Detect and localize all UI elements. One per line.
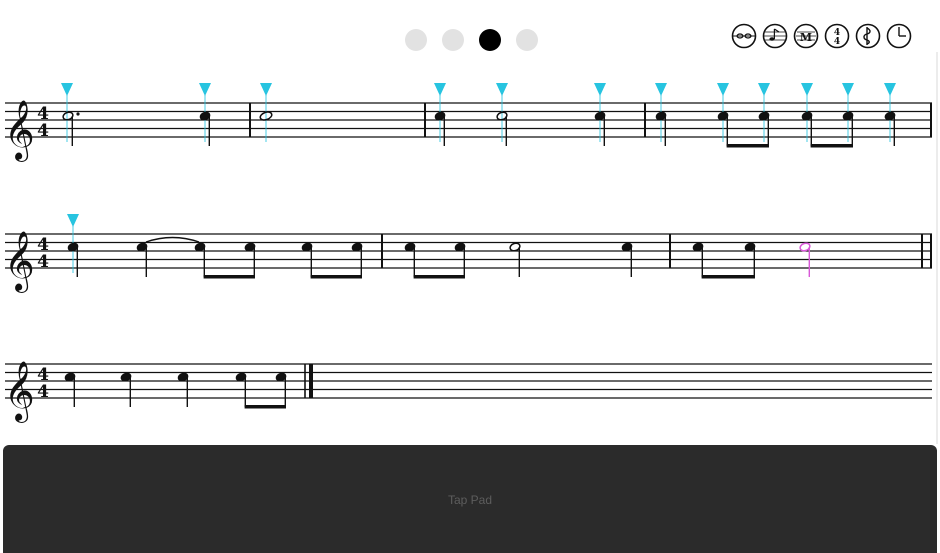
beat-marker-icon xyxy=(67,214,79,227)
beat-marker-icon xyxy=(842,83,854,96)
augmentation-dot xyxy=(76,112,80,116)
staff-1: 𝄞 44 xyxy=(4,83,932,162)
treble-clef-icon: 𝄞 xyxy=(4,100,35,162)
note-beam xyxy=(244,405,286,409)
beat-marker-icon xyxy=(61,83,73,96)
time-signature-bottom: 4 xyxy=(37,382,49,402)
note-beam xyxy=(810,144,853,148)
rhythm-practice-screen: M44 𝄞 4 4 𝄞 4 4 𝄞 4 4 Tap Pad xyxy=(0,0,940,553)
beat-marker-icon xyxy=(801,83,813,96)
treble-clef-icon: 𝄞 xyxy=(4,361,35,423)
beat-marker-icon xyxy=(199,83,211,96)
time-signature-bottom: 4 xyxy=(37,121,49,141)
beat-marker-icon xyxy=(434,83,446,96)
beat-marker-icon xyxy=(717,83,729,96)
music-score: 𝄞 44𝄞 44𝄞 44 xyxy=(4,83,932,423)
tap-pad-label: Tap Pad xyxy=(447,493,493,507)
time-signature-bottom: 4 xyxy=(37,252,49,272)
note-tie xyxy=(145,236,200,243)
note-beam xyxy=(203,275,255,279)
beat-marker-icon xyxy=(594,83,606,96)
note-beam xyxy=(413,275,465,279)
final-barline-thick xyxy=(309,364,313,398)
beat-marker-icon xyxy=(655,83,667,96)
beat-marker-icon xyxy=(496,83,508,96)
staff-3: 𝄞 44 xyxy=(4,361,932,423)
note-beam xyxy=(701,275,755,279)
note-beam xyxy=(726,144,769,148)
beat-marker-icon xyxy=(260,83,272,96)
treble-clef-icon: 𝄞 xyxy=(4,231,35,293)
beat-marker-icon xyxy=(884,83,896,96)
tap-pad[interactable]: Tap Pad xyxy=(3,445,937,553)
score-scroll-edge xyxy=(936,52,938,444)
staff-2: 𝄞 44 xyxy=(4,214,932,293)
beat-marker-icon xyxy=(758,83,770,96)
note-beam xyxy=(310,275,362,279)
